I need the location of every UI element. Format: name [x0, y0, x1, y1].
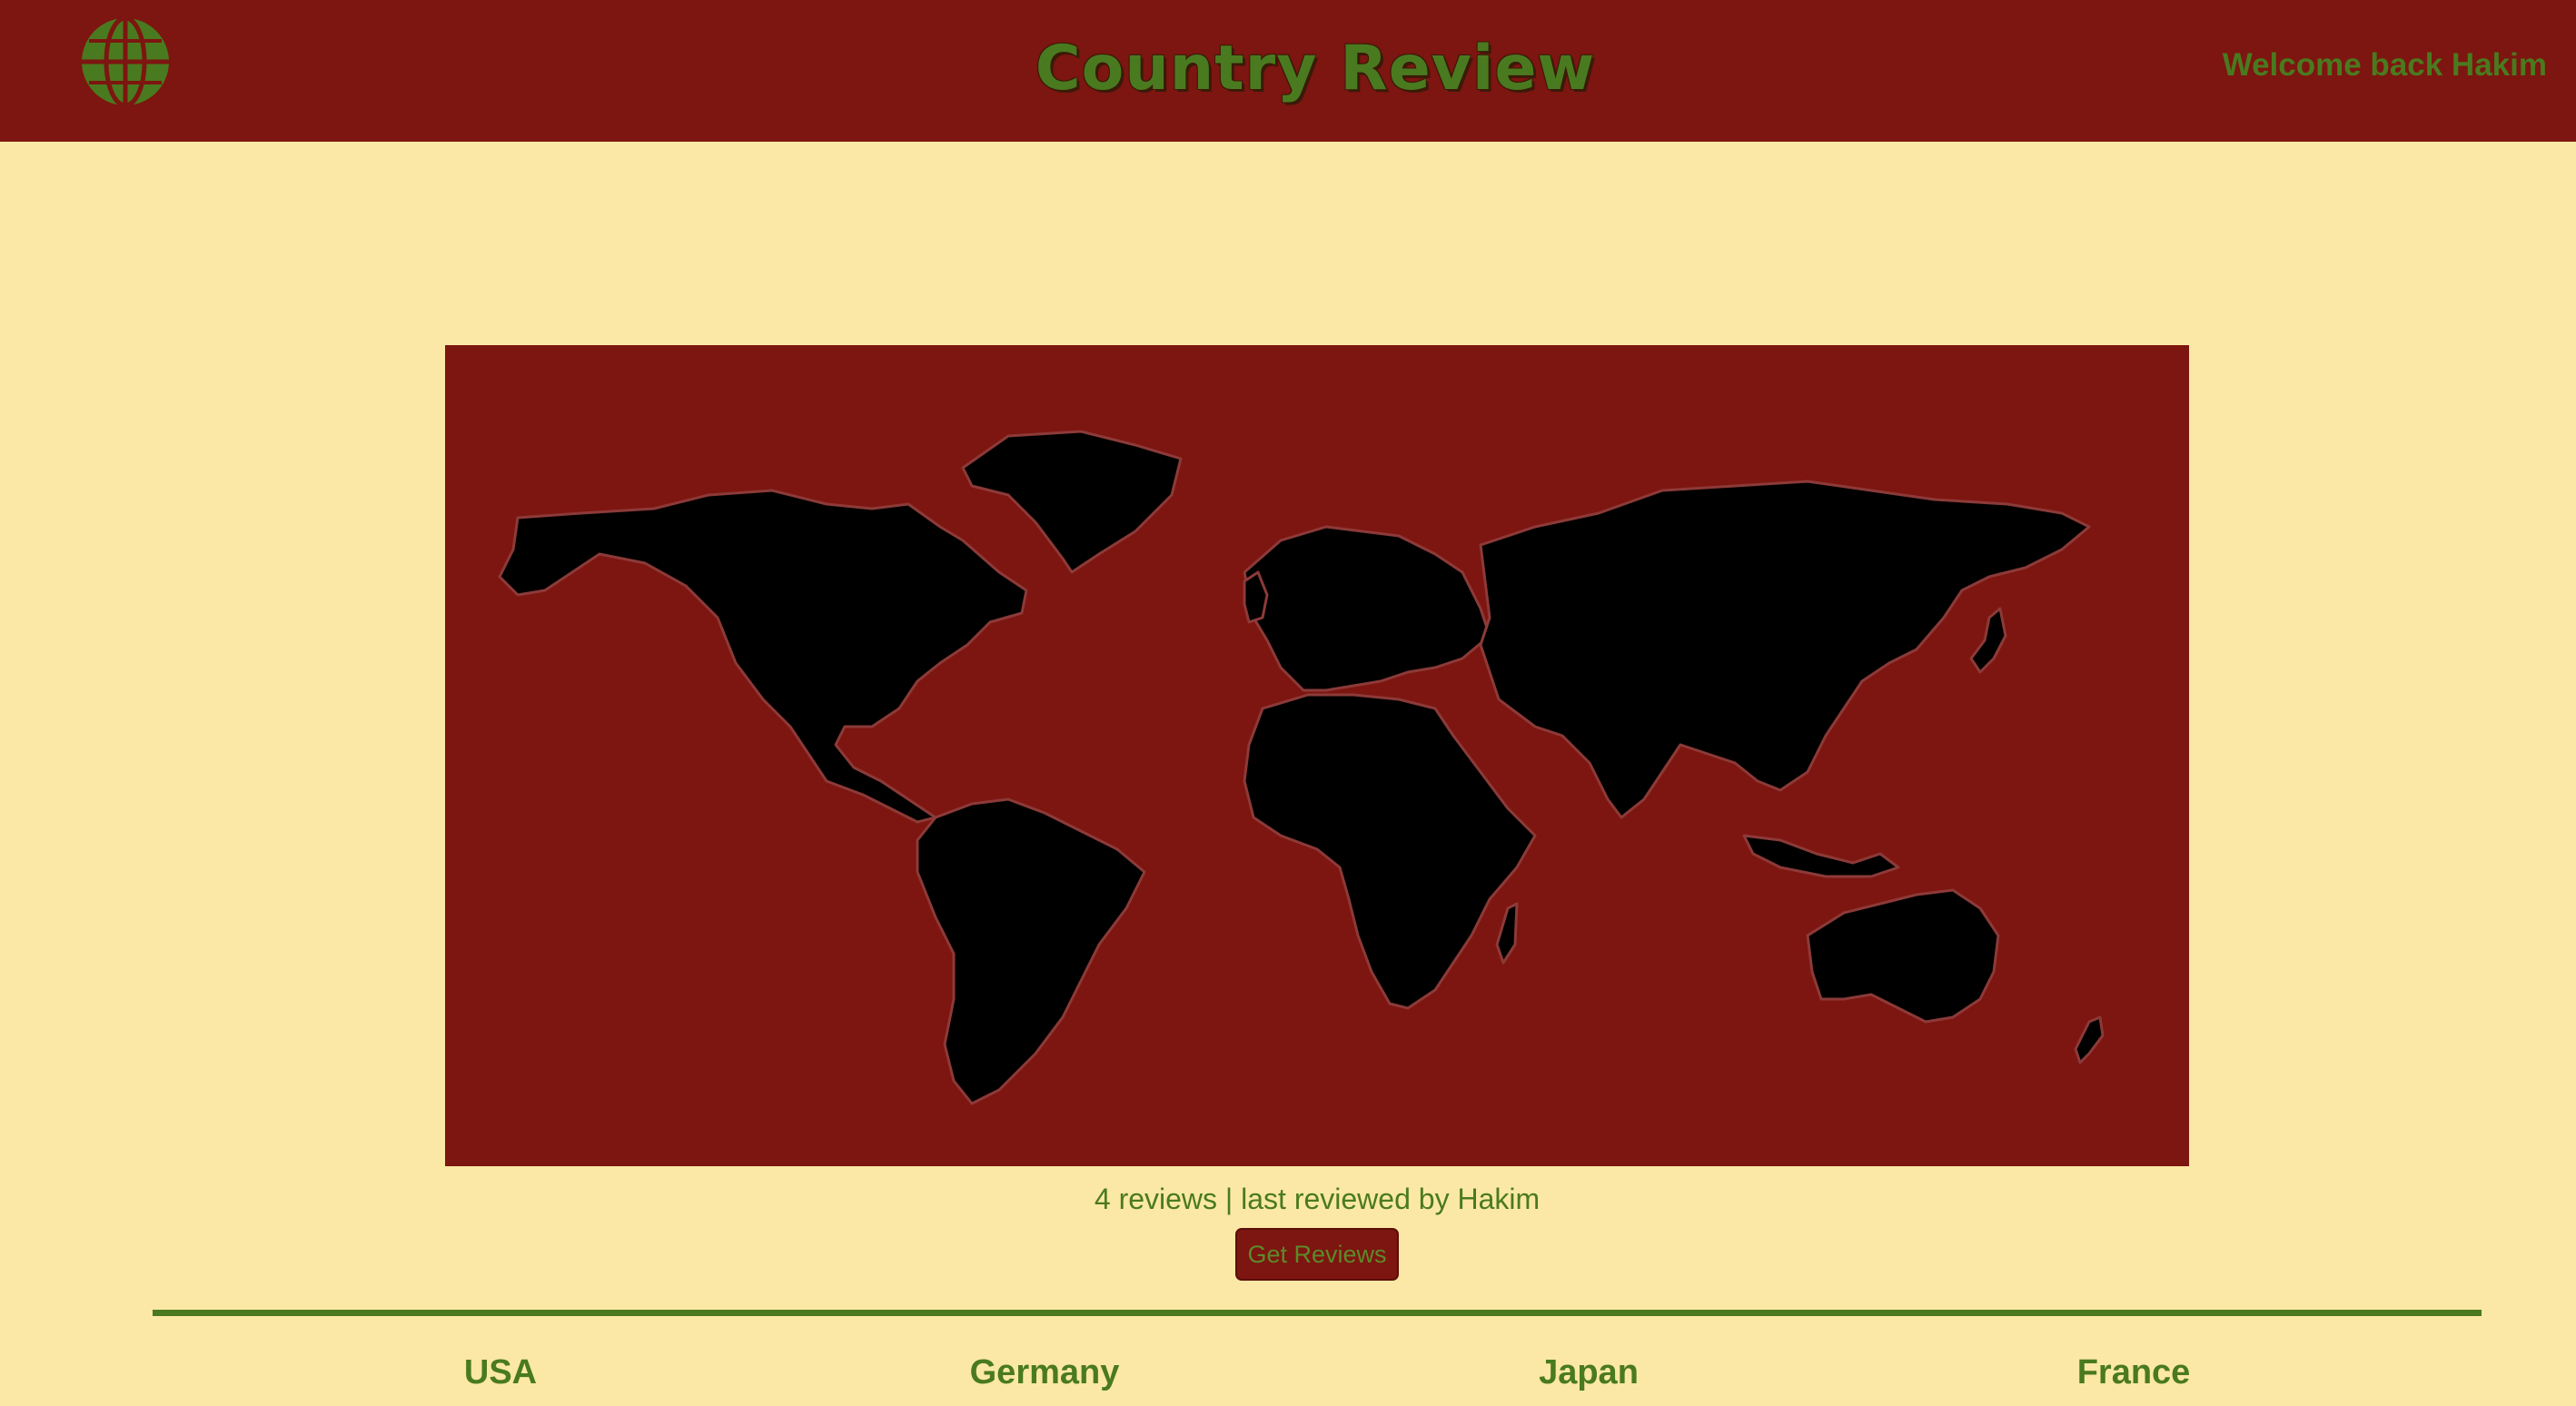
- map-madagascar: [1495, 902, 1519, 965]
- map-japan: [1969, 607, 2007, 674]
- country-tab-germany[interactable]: Germany: [908, 1353, 1181, 1392]
- map-north-america: [498, 489, 1028, 824]
- world-map[interactable]: [445, 345, 2189, 1166]
- map-africa: [1243, 693, 1537, 1010]
- country-tab-usa[interactable]: USA: [364, 1353, 637, 1392]
- country-tab-france[interactable]: France: [1997, 1353, 2270, 1392]
- map-greenland: [961, 430, 1183, 574]
- welcome-message: Welcome back Hakim: [2222, 47, 2547, 83]
- map-europe: [1243, 525, 1491, 692]
- header-bar: Country Review Welcome back Hakim: [0, 0, 2576, 142]
- get-reviews-button[interactable]: Get Reviews: [1235, 1228, 1399, 1281]
- map-south-america: [916, 797, 1146, 1105]
- section-divider: [153, 1310, 2482, 1316]
- country-tab-japan[interactable]: Japan: [1452, 1353, 1725, 1392]
- map-new-zealand: [2074, 1015, 2105, 1064]
- map-australia: [1806, 888, 2000, 1024]
- site-title: Country Review: [1035, 33, 1596, 104]
- review-summary: 4 reviews | last reviewed by Hakim: [1094, 1183, 1541, 1215]
- map-indonesia: [1742, 834, 1900, 878]
